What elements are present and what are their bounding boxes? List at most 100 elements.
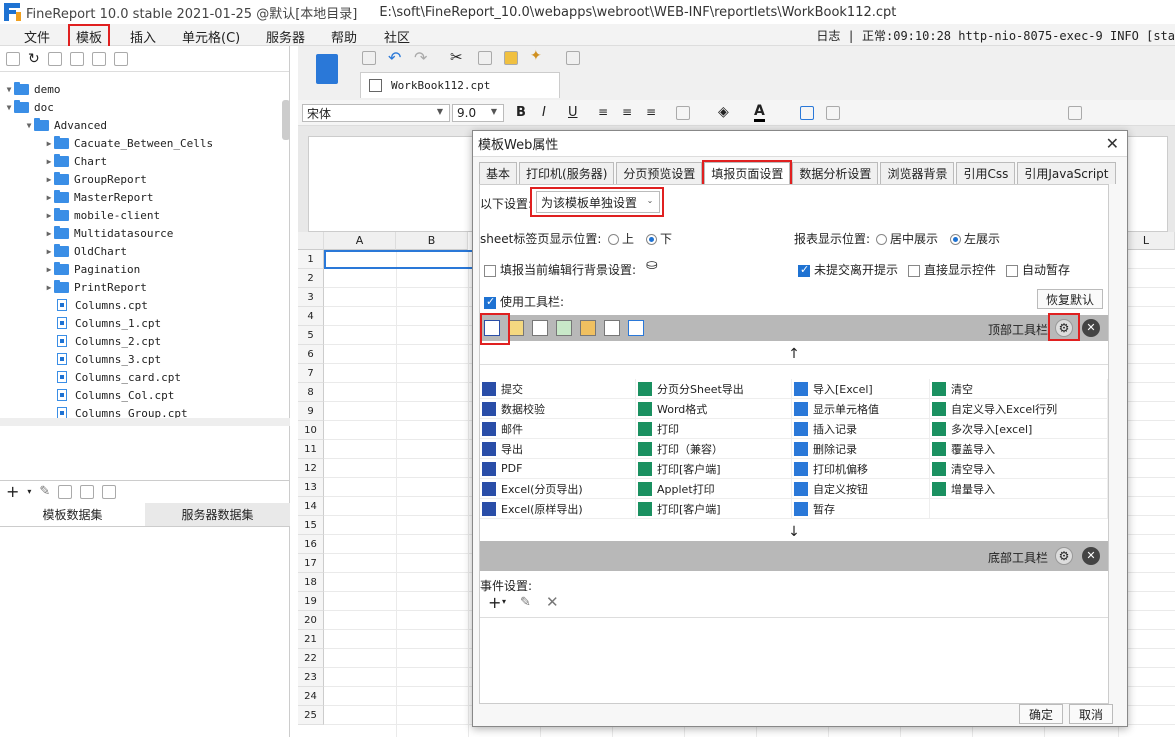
- row-header[interactable]: 22: [298, 649, 324, 668]
- expand-arrow-icon[interactable]: ▶: [44, 211, 54, 220]
- edit-icon[interactable]: ✎: [39, 484, 50, 499]
- toolbar-button-option[interactable]: PDF: [480, 459, 636, 479]
- tree-item[interactable]: Columns_3.cpt: [44, 350, 161, 368]
- toolbar-button-option[interactable]: 多次导入[excel]: [930, 419, 1108, 439]
- direct-widget-checkbox[interactable]: 直接显示控件: [908, 261, 996, 278]
- print-icon[interactable]: [532, 320, 548, 336]
- template-icon[interactable]: [316, 54, 338, 84]
- arrow-up-icon[interactable]: ↑: [788, 346, 800, 362]
- row-header[interactable]: 12: [298, 459, 324, 478]
- toolbar-button-option[interactable]: 数据校验: [480, 399, 636, 419]
- tree-item[interactable]: ▶ PrintReport: [44, 278, 147, 296]
- menu-file[interactable]: 文件: [24, 27, 50, 46]
- redo-icon[interactable]: ↷: [414, 48, 427, 67]
- border-icon[interactable]: [676, 106, 690, 120]
- select-all-corner[interactable]: [298, 232, 324, 250]
- bold-icon[interactable]: B: [516, 105, 526, 120]
- tab-fill-page[interactable]: 填报页面设置: [702, 160, 793, 186]
- no-submit-checkbox[interactable]: 未提交离开提示: [798, 261, 898, 278]
- row-header[interactable]: 25: [298, 706, 324, 725]
- toolbar-button-option[interactable]: Word格式: [636, 399, 792, 419]
- copy-icon[interactable]: [478, 51, 492, 65]
- toolbar-button-option[interactable]: 自定义导入Excel行列: [930, 399, 1108, 419]
- tree-item[interactable]: ▶ mobile-client: [44, 206, 160, 224]
- copy-icon[interactable]: [113, 51, 128, 66]
- tree-item[interactable]: ▼ doc: [4, 98, 54, 116]
- tree-item[interactable]: ▼ Advanced: [24, 116, 107, 134]
- expand-arrow-icon[interactable]: ▶: [44, 139, 54, 148]
- tree-item[interactable]: Columns.cpt: [44, 296, 148, 314]
- tree-item[interactable]: Columns_card.cpt: [44, 368, 181, 386]
- row-header[interactable]: 13: [298, 478, 324, 497]
- row-header[interactable]: 20: [298, 611, 324, 630]
- locate-icon[interactable]: [47, 51, 62, 66]
- expand-arrow-icon[interactable]: ▶: [44, 157, 54, 166]
- new-folder-icon[interactable]: [6, 51, 20, 66]
- add-icon[interactable]: +: [6, 482, 19, 501]
- trash-icon[interactable]: [58, 484, 73, 499]
- validate-icon[interactable]: [508, 320, 524, 336]
- add-icon[interactable]: +: [488, 593, 501, 612]
- row-header[interactable]: 24: [298, 687, 324, 706]
- sheet-pos-down[interactable]: 下: [646, 230, 672, 247]
- toolbar-button-option[interactable]: 导出: [480, 439, 636, 459]
- preview-icon[interactable]: [80, 484, 95, 499]
- expand-arrow-icon[interactable]: ▼: [4, 85, 14, 94]
- view-icon[interactable]: [628, 320, 644, 336]
- fill-color-icon[interactable]: ◈: [718, 104, 729, 120]
- toolbar-button-option[interactable]: 打印: [636, 419, 792, 439]
- toolbar-button-option[interactable]: 显示单元格值: [792, 399, 930, 419]
- report-left[interactable]: 左展示: [950, 230, 1000, 247]
- chevron-down-icon[interactable]: ▾: [502, 597, 506, 606]
- row-header[interactable]: 23: [298, 668, 324, 687]
- row-header[interactable]: 10: [298, 421, 324, 440]
- tree-item[interactable]: ▶ Pagination: [44, 260, 140, 278]
- toolbar-button-option[interactable]: 自定义按钮: [792, 479, 930, 499]
- toolbar-button-option[interactable]: 邮件: [480, 419, 636, 439]
- menu-insert[interactable]: 插入: [130, 27, 156, 46]
- fill-bg-checkbox[interactable]: 填报当前编辑行背景设置:: [484, 261, 636, 278]
- delete-icon[interactable]: ✕: [546, 593, 559, 611]
- tree-item[interactable]: ▶ MasterReport: [44, 188, 153, 206]
- toolbar-button-option[interactable]: 分页分Sheet导出: [636, 379, 792, 399]
- row-header[interactable]: 16: [298, 535, 324, 554]
- save-icon[interactable]: [362, 51, 376, 65]
- tree-scrollbar[interactable]: [282, 100, 290, 140]
- undo-icon[interactable]: ↶: [388, 48, 401, 67]
- row-header[interactable]: 4: [298, 307, 324, 326]
- expand-arrow-icon[interactable]: ▶: [44, 175, 54, 184]
- tree-item[interactable]: ▶ GroupReport: [44, 170, 147, 188]
- close-icon[interactable]: ✕: [1106, 134, 1119, 153]
- italic-icon[interactable]: I: [542, 105, 546, 120]
- toolbar-button-option[interactable]: 覆盖导入: [930, 439, 1108, 459]
- delete-icon[interactable]: [91, 51, 106, 66]
- report-center[interactable]: 居中展示: [876, 230, 938, 247]
- tab-workbook[interactable]: WorkBook112.cpt: [360, 72, 560, 98]
- toolbar-button-option[interactable]: 打印机偏移: [792, 459, 930, 479]
- format-brush-icon[interactable]: ✦: [530, 48, 542, 64]
- align-left-icon[interactable]: ≡: [598, 105, 608, 119]
- tab-page-preview[interactable]: 分页预览设置: [616, 162, 703, 184]
- expand-arrow-icon[interactable]: ▶: [44, 265, 54, 274]
- row-header[interactable]: 19: [298, 592, 324, 611]
- font-select[interactable]: 宋体 ▼: [302, 104, 450, 122]
- edit-icon[interactable]: ✎: [520, 595, 531, 610]
- row-header[interactable]: 18: [298, 573, 324, 592]
- row-header[interactable]: 2: [298, 269, 324, 288]
- tree-item[interactable]: ▶ Cacuate_Between_Cells: [44, 134, 213, 152]
- row-header[interactable]: 14: [298, 497, 324, 516]
- row-header[interactable]: 3: [298, 288, 324, 307]
- tab-css[interactable]: 引用Css: [956, 162, 1016, 184]
- row-header[interactable]: 11: [298, 440, 324, 459]
- toolbar-button-option[interactable]: 清空导入: [930, 459, 1108, 479]
- tree-hscroll[interactable]: [0, 418, 290, 426]
- paste-icon[interactable]: [504, 51, 518, 65]
- tree-item[interactable]: Columns_1.cpt: [44, 314, 161, 332]
- toolbar-button-option[interactable]: Excel(分页导出): [480, 479, 636, 499]
- export-icon[interactable]: [556, 320, 572, 336]
- ok-button[interactable]: 确定: [1019, 704, 1063, 724]
- toolbar-button-option[interactable]: 打印[客户端]: [636, 499, 792, 519]
- menu-server[interactable]: 服务器: [266, 27, 305, 46]
- refresh-icon[interactable]: ↻: [28, 51, 40, 67]
- menu-help[interactable]: 帮助: [331, 27, 357, 46]
